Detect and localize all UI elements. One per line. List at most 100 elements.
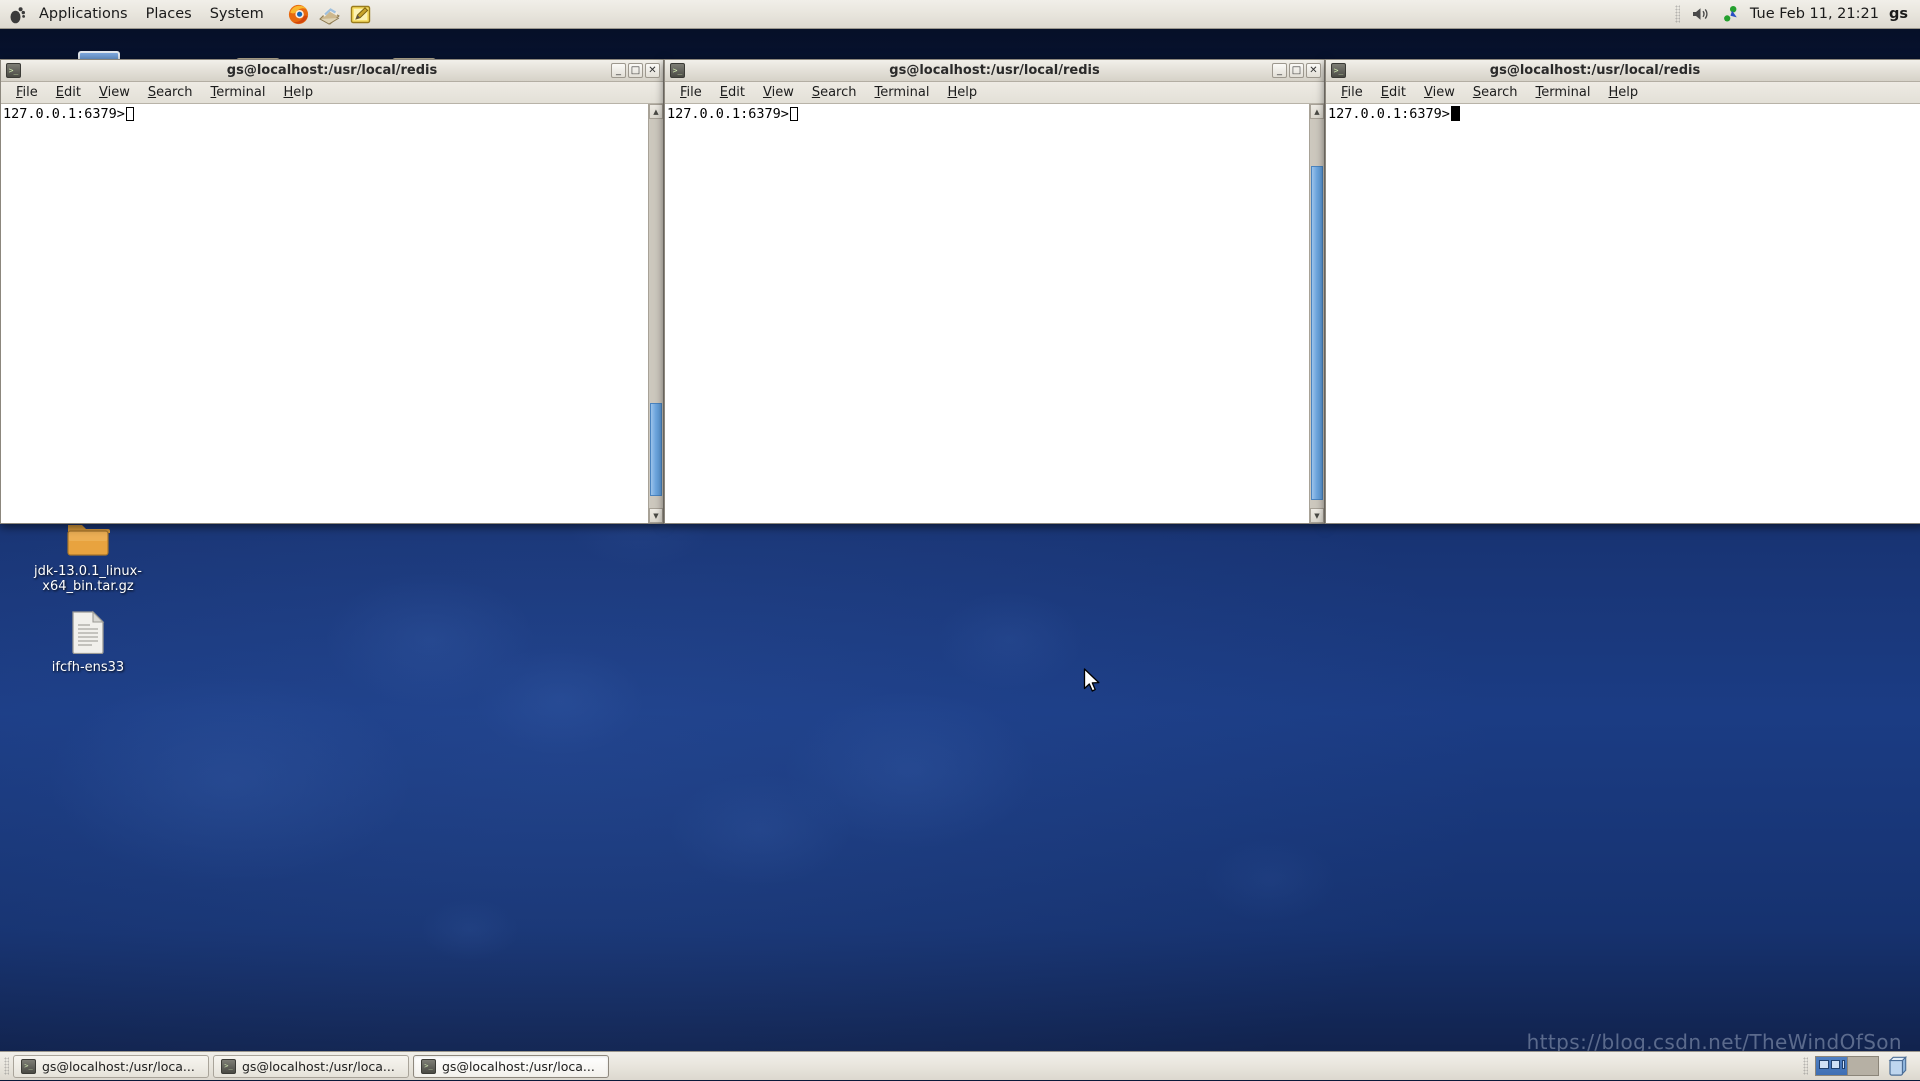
scroll-down-arrow-icon[interactable]: ▼	[1310, 508, 1324, 523]
scroll-down-arrow-icon[interactable]: ▼	[649, 508, 663, 523]
terminal-2-scrollbar[interactable]: ▲ ▼	[1309, 104, 1324, 523]
panel-grip-handle[interactable]	[4, 1057, 9, 1075]
terminal-icon: >_	[670, 63, 685, 78]
terminal-icon: >_	[421, 1059, 436, 1074]
menu-view[interactable]: View	[90, 83, 139, 102]
terminal-2-scroll-thumb[interactable]	[1311, 166, 1323, 501]
workspace-1[interactable]	[1816, 1057, 1847, 1075]
menu-terminal[interactable]: Terminal	[202, 83, 275, 102]
text-document-icon	[28, 608, 148, 654]
panel-status-area: Tue Feb 11, 21:21 gs	[1675, 4, 1920, 24]
terminal-1-cursor	[126, 107, 134, 121]
terminal-3-titlebar[interactable]: >_ gs@localhost:/usr/local/redis	[1326, 60, 1920, 82]
terminal-1-window-controls: _ □ ✕	[611, 63, 660, 78]
menu-applications[interactable]: Applications	[30, 2, 137, 26]
terminal-1-titlebar[interactable]: >_ gs@localhost:/usr/local/redis _ □ ✕	[1, 60, 663, 82]
mail-icon[interactable]	[318, 3, 341, 26]
panel-grip-handle[interactable]	[1675, 5, 1680, 23]
terminal-icon: >_	[1331, 63, 1346, 78]
terminal-2-body[interactable]: 127.0.0.1:6379> ▲ ▼	[665, 104, 1324, 523]
menu-file[interactable]: File	[671, 83, 711, 102]
terminal-3-title: gs@localhost:/usr/local/redis	[1326, 63, 1864, 78]
volume-icon[interactable]	[1690, 4, 1710, 24]
terminal-3-output[interactable]: 127.0.0.1:6379>	[1326, 104, 1920, 523]
terminal-2-menubar: File Edit View Search Terminal Help	[665, 82, 1324, 104]
terminal-1-scroll-thumb[interactable]	[650, 403, 662, 496]
terminal-2-titlebar[interactable]: >_ gs@localhost:/usr/local/redis _ □ ✕	[665, 60, 1324, 82]
desktop-icon-jdk[interactable]: jdk-13.0.1_linux-x64_bin.tar.gz	[28, 512, 148, 595]
taskbar-item-3[interactable]: >_ gs@localhost:/usr/loca...	[413, 1055, 609, 1078]
panel-grip-handle[interactable]	[1803, 1057, 1808, 1075]
terminal-2-output[interactable]: 127.0.0.1:6379>	[665, 104, 1309, 523]
terminal-2-title: gs@localhost:/usr/local/redis	[665, 63, 1324, 78]
workspace-2[interactable]	[1847, 1057, 1879, 1075]
terminal-2-scroll-track[interactable]	[1310, 119, 1324, 508]
terminal-1-scroll-track[interactable]	[649, 119, 663, 508]
menu-file[interactable]: File	[1332, 83, 1372, 102]
close-button[interactable]: ✕	[1306, 63, 1321, 78]
menu-edit[interactable]: Edit	[1372, 83, 1415, 102]
taskbar-item-1[interactable]: >_ gs@localhost:/usr/loca...	[13, 1055, 209, 1078]
close-button[interactable]: ✕	[645, 63, 660, 78]
panel-username[interactable]: gs	[1889, 6, 1908, 22]
workspace-switcher[interactable]	[1815, 1056, 1879, 1076]
menu-terminal[interactable]: Terminal	[866, 83, 939, 102]
taskbar-item-3-label: gs@localhost:/usr/loca...	[442, 1059, 595, 1074]
terminal-1-menubar: FFileile Edit View Search Terminal Help	[1, 82, 663, 104]
terminal-1-output[interactable]: 127.0.0.1:6379>	[1, 104, 648, 523]
gnome-foot-icon[interactable]	[6, 3, 28, 25]
terminal-3-cursor	[1451, 106, 1460, 121]
menu-help[interactable]: Help	[1599, 83, 1647, 102]
terminal-window-3[interactable]: >_ gs@localhost:/usr/local/redis File Ed…	[1325, 59, 1920, 524]
menu-terminal[interactable]: Terminal	[1527, 83, 1600, 102]
menu-help[interactable]: Help	[274, 83, 322, 102]
menu-help[interactable]: Help	[938, 83, 986, 102]
terminal-icon: >_	[21, 1059, 36, 1074]
bottom-panel: >_ gs@localhost:/usr/loca... >_ gs@local…	[0, 1051, 1920, 1080]
menu-edit[interactable]: Edit	[47, 83, 90, 102]
terminal-1-scrollbar[interactable]: ▲ ▼	[648, 104, 663, 523]
terminal-2-cursor	[790, 107, 798, 121]
terminal-3-prompt: 127.0.0.1:6379>	[1328, 106, 1450, 122]
menu-places[interactable]: Places	[137, 2, 201, 26]
bottom-panel-right	[1803, 1055, 1916, 1077]
desktop-icon-ifcfh-label: ifcfh-ens33	[49, 659, 127, 676]
menu-search[interactable]: Search	[803, 83, 866, 102]
terminal-icon: >_	[221, 1059, 236, 1074]
menu-search[interactable]: Search	[139, 83, 202, 102]
desktop-icon-ifcfh[interactable]: ifcfh-ens33	[28, 608, 148, 676]
desktop-icon-jdk-label: jdk-13.0.1_linux-x64_bin.tar.gz	[28, 563, 148, 595]
terminal-3-body[interactable]: 127.0.0.1:6379>	[1326, 104, 1920, 523]
network-icon[interactable]	[1720, 4, 1740, 24]
menu-system[interactable]: System	[201, 2, 273, 26]
maximize-button[interactable]: □	[1289, 63, 1304, 78]
panel-launchers	[287, 3, 372, 26]
terminal-window-1[interactable]: >_ gs@localhost:/usr/local/redis _ □ ✕ F…	[0, 59, 664, 524]
maximize-button[interactable]: □	[628, 63, 643, 78]
terminal-window-2[interactable]: >_ gs@localhost:/usr/local/redis _ □ ✕ F…	[664, 59, 1325, 524]
scroll-up-arrow-icon[interactable]: ▲	[1310, 104, 1324, 119]
minimize-button[interactable]: _	[611, 63, 626, 78]
terminal-3-menubar: File Edit View Search Terminal Help	[1326, 82, 1920, 104]
taskbar-item-2-label: gs@localhost:/usr/loca...	[242, 1059, 395, 1074]
menu-view[interactable]: View	[1415, 83, 1464, 102]
terminal-icon: >_	[6, 63, 21, 78]
minimize-button[interactable]: _	[1272, 63, 1287, 78]
scroll-up-arrow-icon[interactable]: ▲	[649, 104, 663, 119]
terminal-1-prompt: 127.0.0.1:6379>	[3, 106, 125, 122]
terminal-1-title: gs@localhost:/usr/local/redis	[1, 63, 663, 78]
taskbar-item-1-label: gs@localhost:/usr/loca...	[42, 1059, 195, 1074]
trash-icon[interactable]	[1886, 1055, 1908, 1077]
firefox-icon[interactable]	[287, 3, 310, 26]
panel-clock[interactable]: Tue Feb 11, 21:21	[1750, 6, 1879, 22]
menu-file[interactable]: FFileile	[7, 83, 47, 102]
text-editor-icon[interactable]	[349, 3, 372, 26]
menu-search[interactable]: Search	[1464, 83, 1527, 102]
menu-view[interactable]: View	[754, 83, 803, 102]
terminal-2-prompt: 127.0.0.1:6379>	[667, 106, 789, 122]
top-panel: Applications Places System	[0, 0, 1920, 29]
taskbar-item-2[interactable]: >_ gs@localhost:/usr/loca...	[213, 1055, 409, 1078]
menu-edit[interactable]: Edit	[711, 83, 754, 102]
terminal-2-window-controls: _ □ ✕	[1272, 63, 1321, 78]
terminal-1-body[interactable]: 127.0.0.1:6379> ▲ ▼	[1, 104, 663, 523]
